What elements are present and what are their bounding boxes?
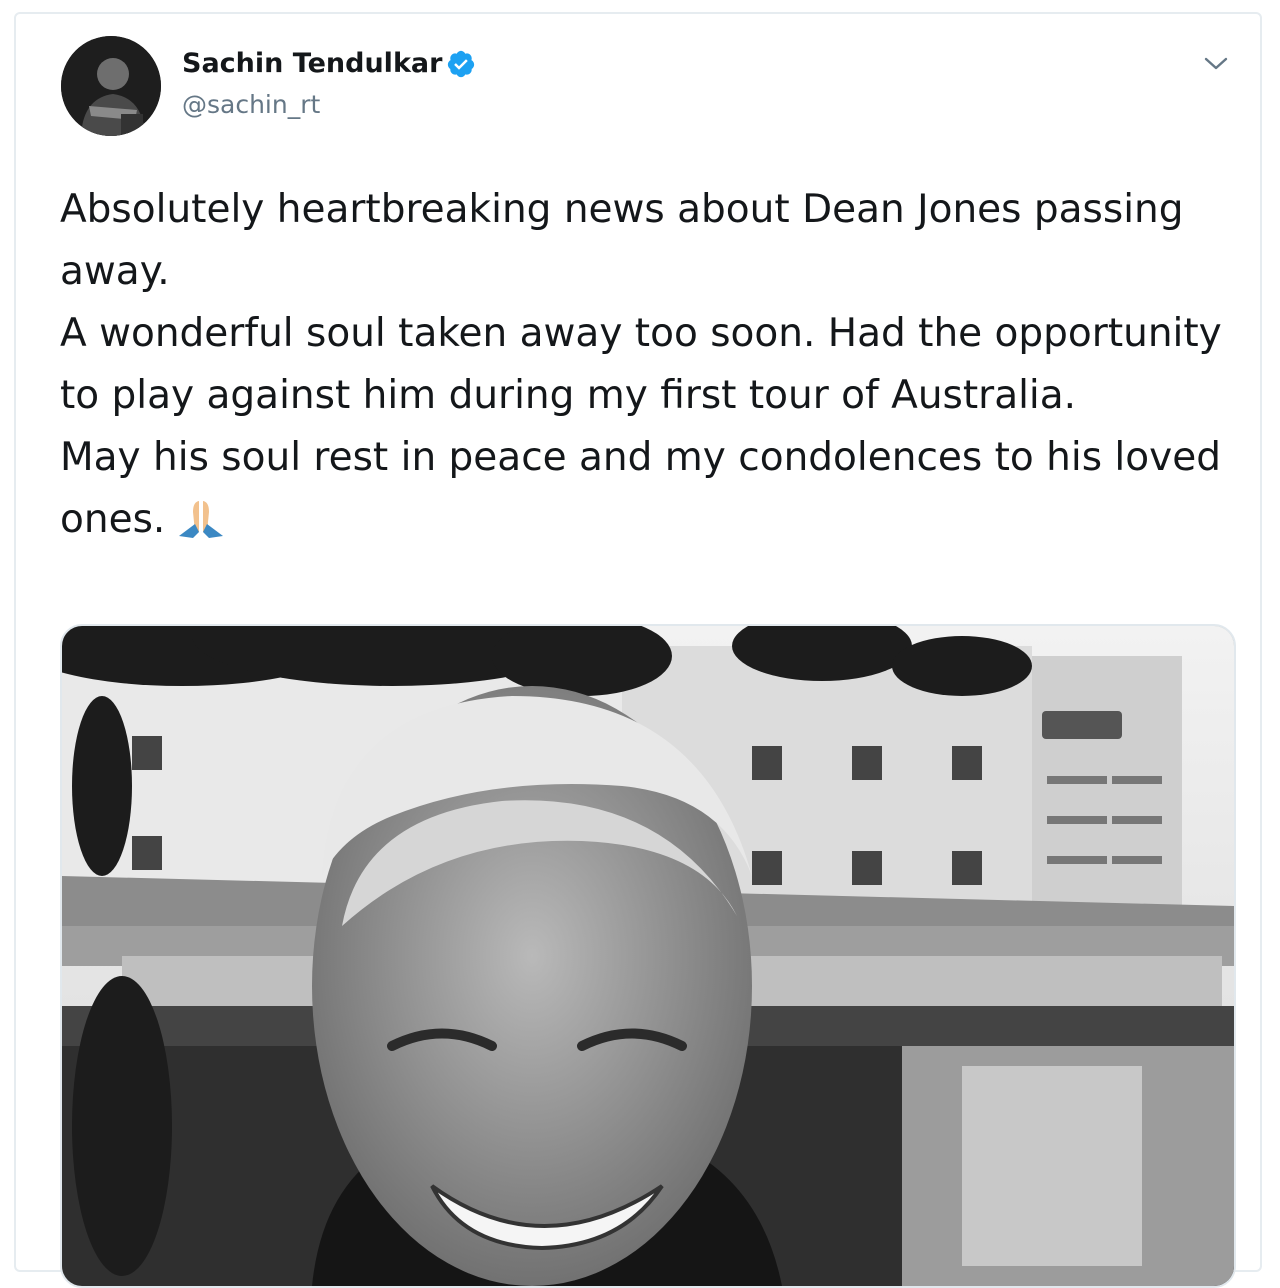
tweet-photo[interactable] [60,624,1236,1288]
author-avatar[interactable] [61,36,161,136]
photo-image [62,626,1234,1286]
tweet-body: Absolutely heartbreaking news about Dean… [60,179,1240,551]
tweet-paragraph-text: May his soul rest in peace and my condol… [60,435,1221,542]
tweet-paragraph: A wonderful soul taken away too soon. Ha… [60,311,1222,418]
author-name-text: Sachin Tendulkar [182,48,443,79]
author-handle[interactable]: @sachin_rt [182,90,320,119]
chevron-down-icon [1204,57,1228,70]
folded-hands-icon [179,501,224,538]
author-name[interactable]: Sachin Tendulkar [182,48,476,79]
tweet-menu-button[interactable] [1196,44,1236,84]
verified-badge-icon [448,50,475,77]
avatar-photo [61,36,161,136]
tweet-card: Sachin Tendulkar @sachin_rt Absolutely h… [14,12,1262,1288]
tweet-paragraph: Absolutely heartbreaking news about Dean… [60,187,1184,294]
tweet-paragraph: May his soul rest in peace and my condol… [60,427,1240,551]
